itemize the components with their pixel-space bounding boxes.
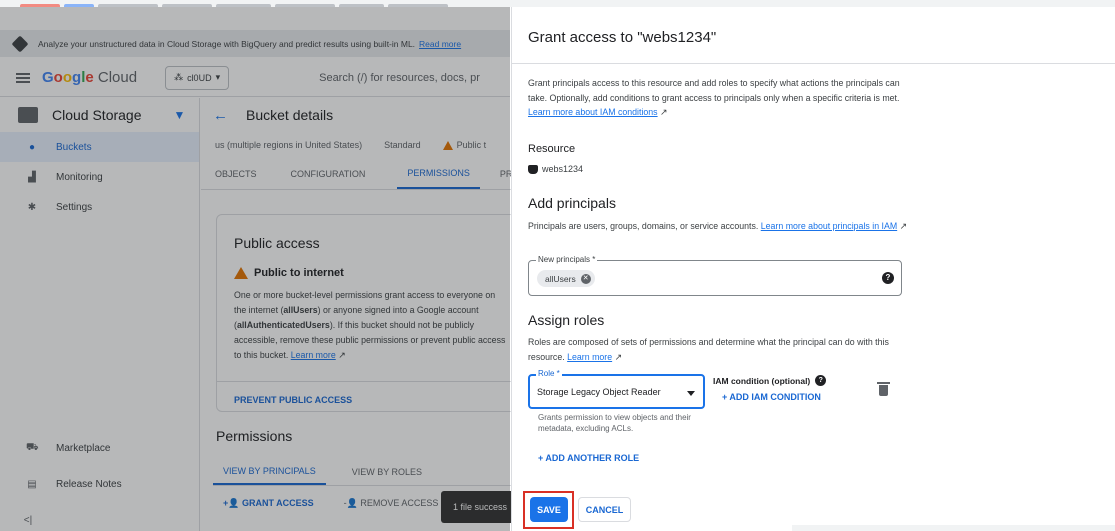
principals-help: Principals are users, groups, domains, o… <box>528 221 907 231</box>
dialog-intro: Grant principals access to this resource… <box>528 78 900 117</box>
principal-chip[interactable]: allUsers ✕ <box>537 270 595 287</box>
add-iam-condition-button[interactable]: + ADD IAM CONDITION <box>722 392 821 402</box>
help-icon[interactable]: ? <box>882 272 894 284</box>
role-description: Grants permission to view objects and th… <box>538 413 691 433</box>
resource-value: webs1234 <box>528 164 583 174</box>
assign-roles-title: Assign roles <box>528 312 605 328</box>
role-value: Storage Legacy Object Reader <box>537 387 661 397</box>
bucket-icon <box>528 164 538 174</box>
resource-name: webs1234 <box>542 164 584 174</box>
dialog-title: Grant access to "webs1234" <box>528 29 717 46</box>
roles-help: Roles are composed of sets of permission… <box>528 337 889 362</box>
chip-remove-icon[interactable]: ✕ <box>580 273 591 284</box>
modal-scrim[interactable] <box>0 7 510 531</box>
cancel-button[interactable]: CANCEL <box>578 497 631 522</box>
grant-access-panel: Grant access to "webs1234" Grant princip… <box>511 7 1115 531</box>
external-link-icon: ↗ <box>614 351 622 362</box>
help-icon[interactable]: ? <box>815 375 827 386</box>
save-button[interactable]: SAVE <box>530 497 568 522</box>
external-link-icon: ↗ <box>660 107 668 117</box>
delete-role-icon[interactable] <box>877 382 890 396</box>
new-principals-label: New principals * <box>536 255 598 264</box>
principal-chip-label: allUsers <box>545 273 576 284</box>
add-another-role-button[interactable]: + ADD ANOTHER ROLE <box>538 453 639 463</box>
add-principals-title: Add principals <box>528 195 616 211</box>
iam-condition: IAM condition (optional) ? <box>713 375 827 386</box>
scroll-shadow <box>792 525 1115 531</box>
dropdown-arrow-icon <box>687 391 695 396</box>
bookmarks-bar <box>0 0 1115 7</box>
iam-condition-label: IAM condition (optional) <box>713 375 811 386</box>
new-principals-field[interactable]: New principals * allUsers ✕ ? <box>528 255 902 296</box>
resource-label: Resource <box>528 143 576 155</box>
iam-conditions-link[interactable]: Learn more about IAM conditions <box>528 107 658 117</box>
principals-link[interactable]: Learn more about principals in IAM <box>761 221 897 231</box>
divider <box>512 63 1115 64</box>
role-select[interactable]: Role * Storage Legacy Object Reader <box>528 369 705 409</box>
roles-learn-more-link[interactable]: Learn more <box>567 352 612 362</box>
external-link-icon: ↗ <box>899 221 907 231</box>
role-label: Role * <box>536 369 562 378</box>
